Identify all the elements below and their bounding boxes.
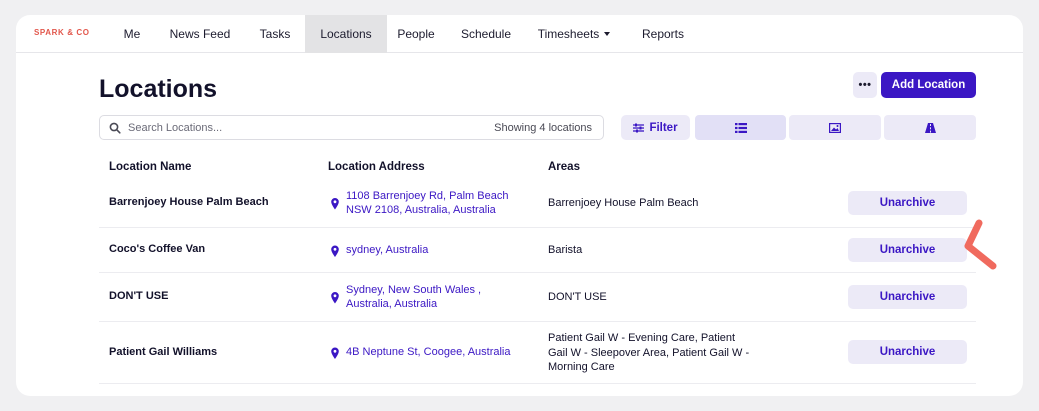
top-nav: SPARK & CO Me News Feed Tasks Locations … — [16, 15, 1023, 53]
nav-item-schedule[interactable]: Schedule — [453, 15, 519, 53]
row-1-areas: Barrenjoey House Palm Beach — [548, 197, 699, 209]
row-2-address[interactable]: sydney, Australia — [330, 243, 428, 258]
search-bar: Showing 4 locations — [99, 115, 604, 140]
row-4-areas: Patient Gail W - Evening Care, Patient G… — [548, 332, 750, 373]
row-3-address-line-2: Australia, Australia — [346, 298, 438, 310]
row-1-address[interactable]: 1108 Barrenjoey Rd, Palm Beach NSW 2108, … — [330, 189, 508, 217]
search-icon — [109, 122, 121, 134]
add-location-button[interactable]: Add Location — [881, 72, 976, 98]
map-pin-icon — [331, 347, 339, 359]
list-icon — [734, 122, 747, 133]
search-input[interactable] — [128, 119, 468, 137]
filter-button[interactable]: Filter — [621, 115, 690, 140]
row-divider — [99, 321, 976, 322]
header-areas: Areas — [548, 161, 580, 173]
unarchive-button[interactable]: Unarchive — [848, 340, 967, 364]
header-location-address: Location Address — [328, 161, 425, 173]
map-road-icon — [924, 122, 936, 133]
row-2-name: Coco's Coffee Van — [109, 243, 206, 255]
header-location-name: Location Name — [109, 161, 192, 173]
map-pin-icon — [331, 245, 339, 257]
filter-sliders-icon — [633, 123, 645, 132]
app-window: SPARK & CO Me News Feed Tasks Locations … — [16, 15, 1023, 396]
list-view-button[interactable] — [695, 115, 786, 140]
caret-down-icon — [604, 32, 611, 36]
row-3-address[interactable]: Sydney, New South Wales , Australia, Aust… — [330, 283, 481, 311]
more-options-button[interactable]: ••• — [853, 72, 877, 98]
row-divider — [99, 383, 976, 384]
image-view-button[interactable] — [789, 115, 881, 140]
row-3-address-line-1: Sydney, New South Wales , — [346, 284, 482, 296]
row-3-areas: DON'T USE — [548, 291, 607, 303]
nav-item-locations[interactable]: Locations — [305, 15, 387, 53]
row-2-areas: Barista — [548, 244, 583, 256]
unarchive-button[interactable]: Unarchive — [848, 285, 967, 309]
filter-label: Filter — [649, 121, 678, 134]
nav-item-news-feed[interactable]: News Feed — [164, 15, 236, 53]
row-3-name: DON'T USE — [109, 290, 169, 302]
row-divider — [99, 272, 976, 273]
page-title: Locations — [99, 75, 218, 103]
location-count: Showing 4 locations — [494, 122, 592, 134]
nav-item-tasks[interactable]: Tasks — [252, 15, 298, 53]
nav-item-me[interactable]: Me — [112, 15, 152, 53]
row-4-name: Patient Gail Williams — [109, 346, 218, 358]
map-pin-icon — [331, 198, 339, 210]
row-4-address-line-1: 4B Neptune St, Coogee, Australia — [346, 346, 511, 358]
row-4-address[interactable]: 4B Neptune St, Coogee, Australia — [330, 345, 511, 360]
row-1-address-line-1: 1108 Barrenjoey Rd, Palm Beach — [346, 190, 509, 202]
unarchive-button[interactable]: Unarchive — [848, 191, 967, 215]
nav-item-timesheets-label: Timesheets — [537, 27, 600, 41]
nav-item-timesheets[interactable]: Timesheets — [534, 15, 614, 53]
brand-logo[interactable]: SPARK & CO — [34, 28, 90, 37]
row-divider — [99, 227, 976, 228]
nav-item-reports[interactable]: Reports — [636, 15, 690, 53]
arrow-pointer-icon — [964, 219, 997, 270]
row-1-name: Barrenjoey House Palm Beach — [109, 196, 269, 208]
unarchive-button[interactable]: Unarchive — [848, 238, 967, 262]
map-pin-icon — [331, 292, 339, 304]
row-1-address-line-2: NSW 2108, Australia, Australia — [346, 204, 496, 216]
map-view-button[interactable] — [884, 115, 976, 140]
nav-item-people[interactable]: People — [391, 15, 441, 53]
image-icon — [829, 122, 841, 133]
row-2-address-line-1: sydney, Australia — [346, 244, 429, 256]
